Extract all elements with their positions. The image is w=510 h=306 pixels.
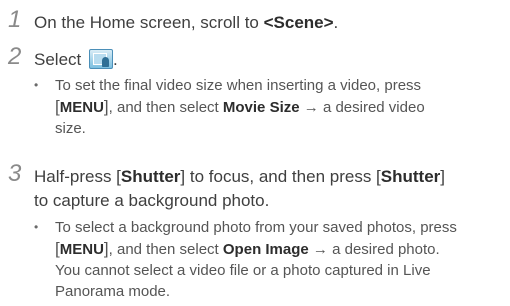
bullet-text: a desired photo.: [332, 241, 440, 258]
step-text: Select .: [34, 48, 504, 72]
instruction-page: 1 On the Home screen, scroll to <Scene>.…: [0, 0, 510, 306]
step-text: Half-press [Shutter] to focus, and then …: [34, 165, 504, 213]
bullet-item: • To set the final video size when inser…: [34, 75, 494, 139]
bullet-text: You cannot select a video file or a phot…: [55, 262, 431, 279]
step-text-suffix: .: [112, 50, 118, 69]
step-text-prefix: Select: [34, 50, 86, 69]
bullet-dot-icon: •: [34, 220, 39, 234]
step-number: 3: [8, 160, 22, 187]
bullet-item: • To select a background photo from your…: [34, 217, 494, 302]
scene-frame-icon: [88, 49, 113, 69]
step-text: to capture a background photo.: [34, 191, 270, 210]
step-text: ] to focus, and then press [: [180, 167, 381, 186]
bullet-text: , and then select: [108, 99, 223, 116]
step-text-prefix: On the Home screen, scroll to: [34, 13, 264, 32]
step-number: 2: [8, 43, 22, 70]
menu-key: MENU: [59, 241, 104, 258]
bullet-text: To set the final video size when inserti…: [55, 77, 422, 94]
open-image-label: Open Image: [222, 241, 309, 258]
step-text-suffix: .: [333, 13, 339, 32]
movie-size-label: Movie Size: [222, 99, 300, 116]
bullet-dot-icon: •: [34, 78, 39, 92]
step-text: ]: [440, 167, 445, 186]
step-number: 1: [8, 6, 22, 33]
shutter-label: Shutter: [380, 167, 441, 186]
arrow: →: [308, 241, 333, 258]
bullet-text: Panorama mode.: [55, 283, 171, 300]
bullet-text: To select a background photo from your s…: [55, 219, 457, 236]
arrow: →: [299, 99, 323, 116]
shutter-label: Shutter: [120, 167, 181, 186]
scene-label: <Scene>: [263, 13, 334, 32]
step-text: Half-press [: [34, 167, 121, 186]
bullet-text: size.: [55, 120, 86, 137]
step-text: On the Home screen, scroll to <Scene>.: [34, 11, 504, 35]
bullet-text: , and then select: [108, 241, 223, 258]
menu-key: MENU: [59, 99, 104, 116]
bullet-text: a desired video: [322, 99, 425, 116]
